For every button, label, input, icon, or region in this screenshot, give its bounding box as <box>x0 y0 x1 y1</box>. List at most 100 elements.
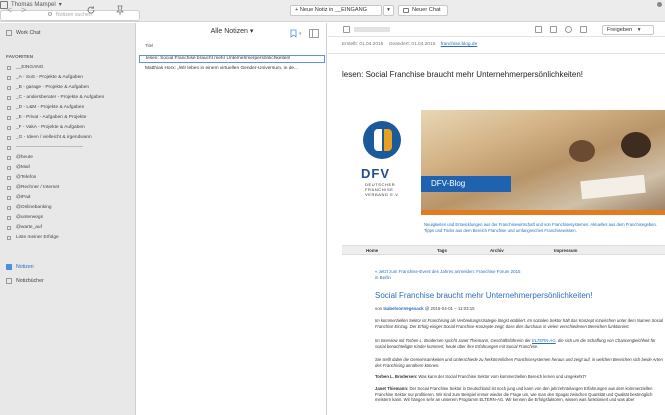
dfv-logo-icon <box>363 121 401 159</box>
tag-icon <box>7 186 11 190</box>
sidebar-favorite-item[interactable]: @Mail <box>0 164 136 172</box>
info-icon[interactable] <box>565 26 572 33</box>
tag-icon <box>7 166 11 170</box>
sidebar-favorite-item[interactable]: _D - L&M - Projekte & Aufgaben <box>0 104 136 112</box>
tag-icon <box>7 106 11 110</box>
tag-icon <box>7 146 11 150</box>
chevron-down-icon: ▾ <box>637 27 641 33</box>
eltern-ag-link[interactable]: ELTERN-AG <box>532 338 556 343</box>
sidebar-item-notes[interactable]: Notizen <box>0 263 136 271</box>
sidebar-favorite-item[interactable]: _E - Privat - Aufgaben & Projekte <box>0 114 136 122</box>
previous-post-link[interactable]: « Jetzt zum Franchise-Event des Jahres a… <box>375 269 525 281</box>
note-icon <box>6 264 12 270</box>
sidebar-favorite-item[interactable]: @Rechner / Internet <box>0 184 136 192</box>
tag-icon <box>7 126 11 130</box>
column-header-title[interactable]: Titel <box>145 43 153 48</box>
blog-paragraph: Im Interview mit Torben L. Brodersen spr… <box>375 338 656 349</box>
back-button[interactable]: < <box>7 6 12 15</box>
sidebar-favorite-item[interactable]: __EINGANG <box>0 64 136 72</box>
note-editor: Freigeben ▾ Erstellt: 01.04.2015 Geänder… <box>328 23 665 415</box>
blog-paragraph: Janet Thiemann: Der Social Franchise Sek… <box>375 386 653 403</box>
blog-nav-tags[interactable]: Tags <box>437 246 447 255</box>
sidebar-favorite-item[interactable]: @unterwegs <box>0 214 136 222</box>
sidebar-favorite-item[interactable]: @Telefon <box>0 174 136 182</box>
blog-banner: DFV DEUTSCHER FRANCHISE VERBAND E.V. DFV… <box>342 105 665 245</box>
notebook-selector[interactable] <box>354 27 390 32</box>
tag-icon <box>7 196 11 200</box>
tag-icon <box>7 116 11 120</box>
tag-icon <box>7 66 11 70</box>
chevron-down-icon[interactable]: ▾ <box>299 31 302 37</box>
source-url-link[interactable]: franchise.blog.de <box>441 42 478 47</box>
sidebar-favorite-item[interactable]: @iPad <box>0 194 136 202</box>
modified-date: Geändert: 01.04.2015 <box>388 42 436 47</box>
author-link[interactable]: IsabelvonVegesack <box>383 306 423 311</box>
sidebar-favorite-item[interactable]: _C - andersberater - Projekte & Aufgaben <box>0 94 136 102</box>
dfv-logo-subtitle: DEUTSCHER FRANCHISE VERBAND E.V. <box>365 182 400 197</box>
tag-icon <box>7 96 11 100</box>
blog-nav-archiv[interactable]: Archiv <box>490 246 504 255</box>
tag-icon <box>7 216 11 220</box>
blog-badge: DFV-Blog <box>421 176 511 192</box>
note-list-row[interactable]: lesen: Social Franchise braucht mehr Unt… <box>139 55 325 63</box>
blog-nav-home[interactable]: Home <box>366 246 378 255</box>
tag-icon <box>7 176 11 180</box>
note-title[interactable]: lesen: Social Franchise braucht mehr Unt… <box>342 70 583 79</box>
sidebar: Work Chat FAVORITEN __EINGANG _A - SoS - … <box>0 23 136 415</box>
app-toolbar: < > Thomas Mampel ▾ + Neue Notiz in __EI… <box>0 0 665 22</box>
sidebar-favorite-item[interactable]: _A - SoS - Projekte & Aufgaben <box>0 74 136 82</box>
share-button[interactable]: Freigeben ▾ <box>602 25 654 35</box>
sidebar-favorite-item[interactable]: @Onlinebanking <box>0 204 136 212</box>
blog-post-byline: von IsabelvonVegesack @ 2015-04-01 – 11:… <box>375 306 475 311</box>
tag-icon <box>7 86 11 90</box>
tag-icon <box>7 206 11 210</box>
blog-nav-impressum[interactable]: Impressum <box>554 246 577 255</box>
sidebar-favorite-item[interactable]: _G - Ideen / vielleicht & irgendwann <box>0 134 136 142</box>
search-icon <box>48 12 53 16</box>
blog-paragraph: Sie stellt dabei die Gemeinsamkeiten und… <box>375 357 663 368</box>
new-chat-button[interactable]: Neuer Chat <box>398 5 448 16</box>
note-list: Alle Notizen ▾ ▾ Titel lesen: Social Fra… <box>137 23 327 415</box>
tag-icon <box>7 136 11 140</box>
account-name: Thomas Mampel <box>11 2 56 8</box>
notebook-icon[interactable] <box>343 26 350 33</box>
sidebar-favorite-item[interactable]: @heute <box>0 154 136 162</box>
sidebar-item-notebooks[interactable]: Notizbücher <box>0 277 136 285</box>
tag-icon <box>7 156 11 160</box>
new-note-dropdown[interactable]: ▾ <box>383 5 394 16</box>
presentation-icon[interactable] <box>550 26 557 33</box>
blog-post-heading: Social Franchise braucht mehr Unternehme… <box>375 291 593 300</box>
tag-icon <box>7 76 11 80</box>
blog-paragraph: Im kommerziellen Sektor ist Franchising … <box>375 318 663 329</box>
view-toggle-icon[interactable] <box>309 29 319 38</box>
reminder-icon[interactable] <box>535 26 542 33</box>
chevron-down-icon: ▾ <box>249 28 254 35</box>
divider <box>328 53 665 54</box>
forward-button[interactable]: > <box>21 6 26 15</box>
created-date: Erstellt: 01.04.2015 <box>342 42 384 47</box>
trash-icon[interactable] <box>580 26 587 33</box>
sidebar-favorite-item[interactable]: ----------------------------------------… <box>0 144 136 152</box>
chevron-down-icon: ▾ <box>58 2 62 8</box>
sidebar-favorite-item[interactable]: @warte_auf <box>0 224 136 232</box>
note-list-row[interactable]: Matthias Horx: „Wir leben in einem virtu… <box>139 65 325 73</box>
clear-search-icon[interactable] <box>657 2 662 7</box>
blog-tagline: Neuigkeiten und Entwicklungen aus der Fr… <box>424 222 657 233</box>
new-note-button[interactable]: + Neue Notiz in __EINGANG <box>290 5 382 16</box>
sidebar-item-work-chat[interactable]: Work Chat <box>0 29 136 37</box>
sidebar-favorite-item[interactable]: _F - VakA - Projekte & Aufgaben <box>0 124 136 132</box>
orange-strip <box>421 210 665 215</box>
sidebar-favorite-item[interactable]: Liste meiner Erfolge <box>0 234 136 242</box>
pin-icon[interactable] <box>115 5 125 16</box>
banner-photo <box>421 110 665 210</box>
blog-paragraph: Torben L. Brodersen: Was kann der Social… <box>375 374 587 379</box>
sidebar-favorite-item[interactable]: _B - garage - Projekte & Aufgaben <box>0 84 136 92</box>
tag-icon <box>7 226 11 230</box>
chat-icon <box>6 30 12 36</box>
shortcut-icon[interactable] <box>289 29 298 38</box>
refresh-icon[interactable] <box>86 5 96 15</box>
chat-icon <box>403 8 409 13</box>
tag-icon <box>7 236 11 240</box>
note-meta: Erstellt: 01.04.2015 Geändert: 01.04.201… <box>342 42 477 47</box>
notebook-icon <box>6 278 12 284</box>
